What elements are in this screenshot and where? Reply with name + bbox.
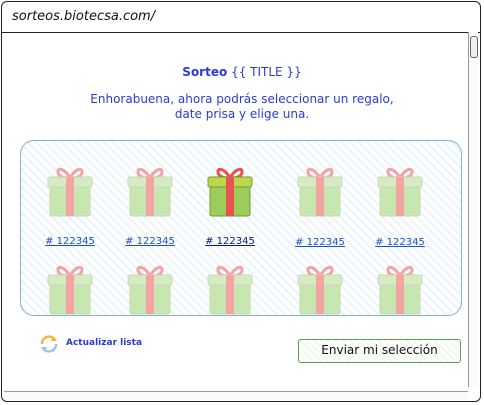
refresh-list-link[interactable]: Actualizar lista <box>66 338 142 348</box>
address-bar[interactable]: sorteos.biotecsa.com/ <box>2 2 480 33</box>
url-text[interactable]: sorteos.biotecsa.com/ <box>12 9 155 24</box>
gift-label[interactable]: # 122345 <box>365 237 435 248</box>
gift-icon[interactable] <box>125 164 175 218</box>
gift-icon[interactable] <box>375 164 425 218</box>
gift-icon[interactable] <box>125 262 175 316</box>
send-selection-button[interactable]: Enviar mi selección <box>298 339 461 363</box>
gift-icon[interactable] <box>45 164 95 218</box>
gift-label[interactable]: # 122345 <box>35 236 105 247</box>
vertical-scroll-thumb[interactable] <box>470 36 478 58</box>
horizontal-scrollbar[interactable] <box>4 391 468 400</box>
gift-icon[interactable] <box>295 164 345 218</box>
gift-label[interactable]: # 122345 <box>285 237 355 248</box>
gift-icon[interactable] <box>205 164 255 218</box>
gift-icon[interactable] <box>205 262 255 316</box>
vertical-scrollbar[interactable] <box>468 32 478 387</box>
gift-icon[interactable] <box>45 262 95 316</box>
page-title: Sorteo {{ TITLE }} <box>0 65 484 79</box>
gift-icon[interactable] <box>375 262 425 316</box>
title-placeholder: {{ TITLE }} <box>231 65 302 79</box>
title-prefix: Sorteo <box>182 65 228 79</box>
refresh-icon[interactable] <box>38 333 60 355</box>
instructions-line-1: Enhorabuena, ahora podrás seleccionar un… <box>90 92 394 106</box>
gift-label[interactable]: # 122345 <box>115 236 185 247</box>
instructions-text: Enhorabuena, ahora podrás seleccionar un… <box>0 92 484 122</box>
gift-label-selected[interactable]: # 122345 <box>195 236 265 247</box>
gift-icon[interactable] <box>295 262 345 316</box>
instructions-line-2: date prisa y elige una. <box>174 107 310 121</box>
